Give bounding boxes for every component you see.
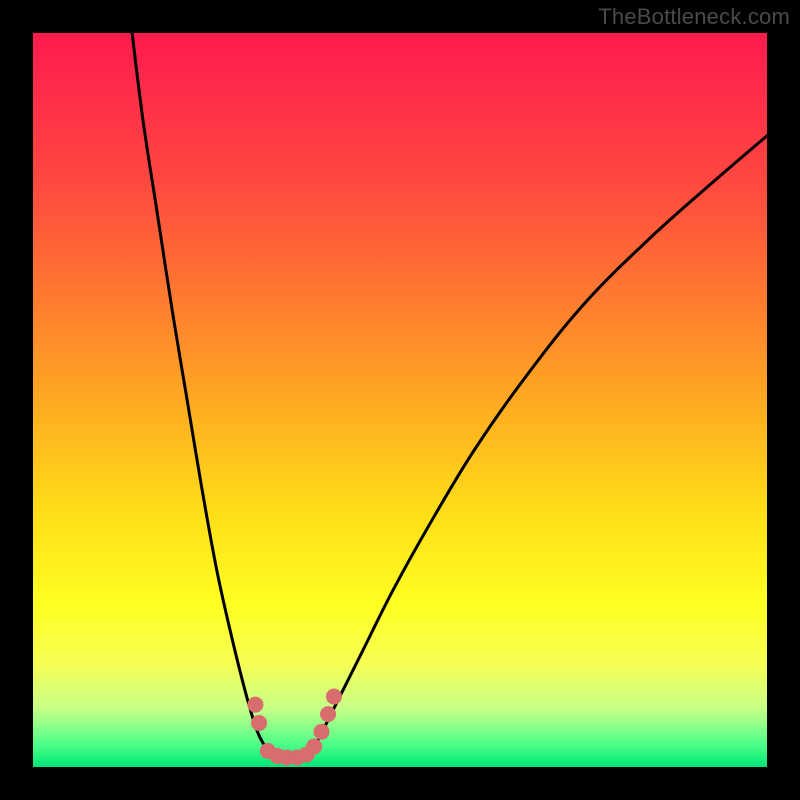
plot-area: [33, 33, 767, 767]
highlight-dot: [320, 706, 336, 722]
curve-layer: [132, 33, 767, 759]
chart-frame: TheBottleneck.com: [0, 0, 800, 800]
chart-svg: [33, 33, 767, 767]
highlight-dot: [326, 689, 342, 705]
watermark-text: TheBottleneck.com: [598, 4, 790, 30]
highlight-dot: [251, 715, 267, 731]
highlight-dot: [306, 738, 322, 754]
highlight-dot: [313, 724, 329, 740]
curve-right-branch: [316, 136, 767, 745]
curve-left-branch: [132, 33, 264, 745]
marker-layer: [247, 689, 342, 766]
highlight-dot: [247, 697, 263, 713]
